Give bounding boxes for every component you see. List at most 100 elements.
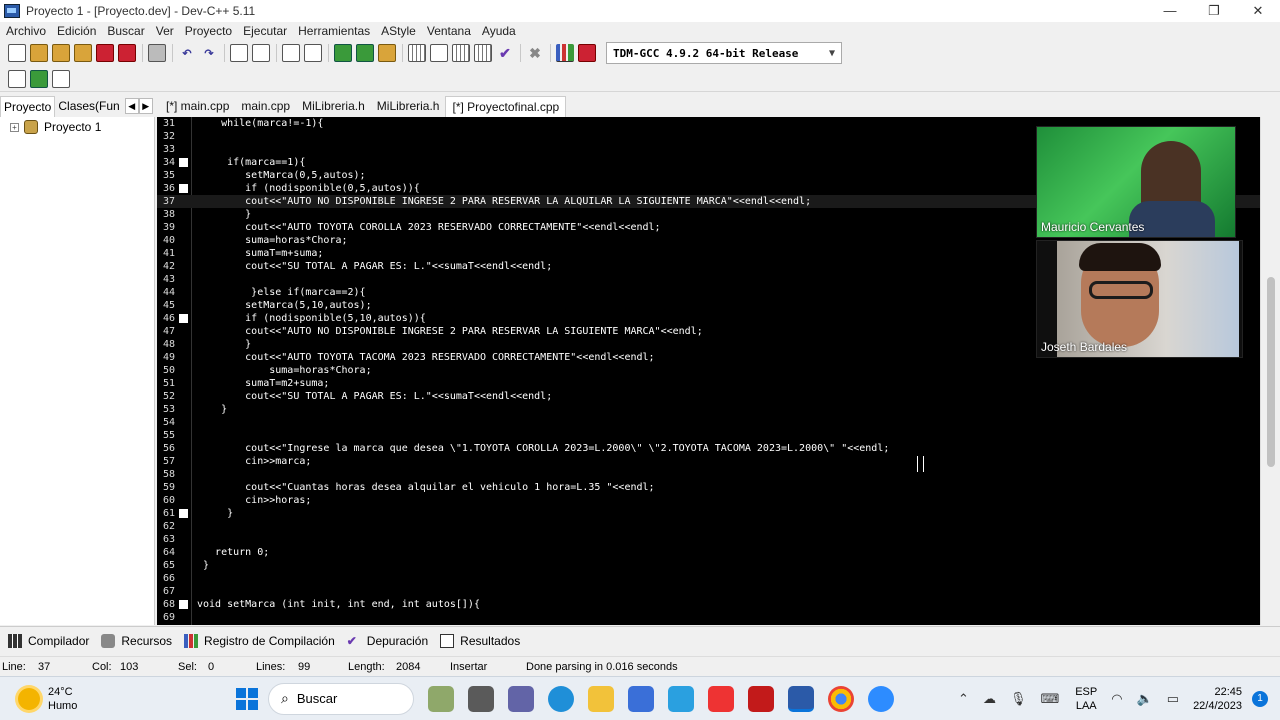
toggle-bookmark-icon[interactable] bbox=[356, 44, 374, 62]
code-line[interactable]: 65 } bbox=[157, 559, 1260, 572]
tab-recursos[interactable]: Recursos bbox=[101, 633, 172, 648]
wifi-icon[interactable]: ◠ bbox=[1111, 691, 1122, 707]
tab-depuracion[interactable]: ✔ Depuración bbox=[347, 634, 428, 648]
tab-scroll-left-icon[interactable]: ◀ bbox=[124, 98, 139, 114]
fold-marker-icon[interactable] bbox=[179, 314, 188, 323]
chrome-icon[interactable] bbox=[828, 685, 854, 712]
notification-badge[interactable]: 1 bbox=[1252, 690, 1268, 707]
tab-proyecto[interactable]: Proyecto bbox=[0, 95, 56, 117]
clock[interactable]: 22:45 22/4/2023 bbox=[1193, 685, 1242, 713]
code-line[interactable]: 67 bbox=[157, 585, 1260, 598]
code-line[interactable]: 68 void setMarca (int init, int end, int … bbox=[157, 598, 1260, 611]
close-all-icon[interactable] bbox=[118, 44, 136, 62]
maximize-button[interactable]: ❐ bbox=[1192, 0, 1236, 22]
settings-app-icon[interactable] bbox=[668, 685, 694, 712]
tab-compilador[interactable]: Compilador bbox=[8, 633, 89, 648]
code-line[interactable]: 69 bbox=[157, 611, 1260, 624]
menu-edicion[interactable]: Edición bbox=[57, 24, 96, 38]
close-icon[interactable] bbox=[96, 44, 114, 62]
onedrive-icon[interactable]: ☁ bbox=[983, 691, 996, 707]
code-line[interactable]: 66 bbox=[157, 572, 1260, 585]
redo-icon[interactable]: ↷ bbox=[200, 44, 218, 62]
editor-tab-main[interactable]: main.cpp bbox=[235, 96, 296, 116]
mcafee-icon[interactable] bbox=[748, 685, 774, 712]
tab-resultados[interactable]: Resultados bbox=[440, 633, 520, 648]
unindent-icon[interactable] bbox=[304, 44, 322, 62]
tab-clases[interactable]: Clases(Fun bbox=[55, 96, 122, 116]
find-icon[interactable] bbox=[230, 44, 248, 62]
code-line[interactable]: 60 cin>>horas; bbox=[157, 494, 1260, 507]
task-view-icon[interactable] bbox=[468, 685, 494, 712]
print-icon[interactable] bbox=[148, 44, 166, 62]
tab-scroll-right-icon[interactable]: ▶ bbox=[138, 98, 153, 114]
compile-run-icon[interactable] bbox=[452, 44, 470, 62]
search-highlight-icon[interactable] bbox=[428, 685, 454, 712]
rebuild-icon[interactable] bbox=[474, 44, 492, 62]
menu-ver[interactable]: Ver bbox=[156, 24, 174, 38]
tab-registro[interactable]: Registro de Compilación bbox=[184, 633, 335, 648]
paint-app-icon[interactable] bbox=[708, 685, 734, 712]
microsoft-store-icon[interactable] bbox=[628, 685, 654, 712]
save-icon[interactable] bbox=[52, 44, 70, 62]
editor-tab-main-modified[interactable]: [*] main.cpp bbox=[160, 96, 235, 116]
undo-icon[interactable]: ↶ bbox=[178, 44, 196, 62]
code-line[interactable]: 56 cout<<"Ingrese la marca que desea \"1… bbox=[157, 442, 1260, 455]
zoom-icon[interactable] bbox=[868, 685, 894, 712]
menu-astyle[interactable]: AStyle bbox=[381, 24, 416, 38]
check-icon[interactable]: ✔ bbox=[496, 44, 514, 62]
class-browser-icon[interactable] bbox=[8, 69, 26, 88]
menu-herramientas[interactable]: Herramientas bbox=[298, 24, 370, 38]
taskbar-search[interactable]: ⌕ Buscar bbox=[268, 682, 414, 715]
microphone-icon[interactable]: 🎙 bbox=[1010, 691, 1027, 707]
indent-icon[interactable] bbox=[282, 44, 300, 62]
code-line[interactable]: 58 bbox=[157, 468, 1260, 481]
run-icon[interactable] bbox=[430, 44, 448, 62]
expand-icon[interactable]: + bbox=[10, 122, 19, 132]
open-icon[interactable] bbox=[30, 44, 48, 62]
file-explorer-icon[interactable] bbox=[588, 685, 614, 712]
code-line[interactable]: 53 } bbox=[157, 403, 1260, 416]
compile-icon[interactable] bbox=[378, 44, 396, 62]
code-line[interactable]: 54 bbox=[157, 416, 1260, 429]
code-line[interactable]: 59 cout<<"Cuantas horas desea alquilar e… bbox=[157, 481, 1260, 494]
keyboard-icon[interactable]: ⌨ bbox=[1040, 691, 1059, 707]
debug-icon[interactable] bbox=[578, 44, 596, 62]
chevron-up-icon[interactable]: ⌃ bbox=[958, 691, 969, 707]
windows-start-icon[interactable] bbox=[236, 687, 258, 710]
grid-icon[interactable] bbox=[408, 44, 426, 62]
project-tree-node[interactable]: + Proyecto 1 bbox=[10, 120, 154, 134]
fold-marker-icon[interactable] bbox=[179, 600, 188, 609]
menu-buscar[interactable]: Buscar bbox=[107, 24, 144, 38]
project-options-icon[interactable] bbox=[52, 69, 70, 88]
code-line[interactable]: 63 bbox=[157, 533, 1260, 546]
code-line[interactable]: 52 cout<<"SU TOTAL A PAGAR ES: L."<<suma… bbox=[157, 390, 1260, 403]
code-line[interactable]: 55 bbox=[157, 429, 1260, 442]
minimize-button[interactable]: — bbox=[1148, 0, 1192, 22]
volume-icon[interactable]: 🔈 bbox=[1137, 691, 1153, 707]
insert-icon[interactable] bbox=[30, 69, 48, 88]
scrollbar-thumb[interactable] bbox=[1267, 277, 1275, 467]
battery-icon[interactable]: ▭ bbox=[1167, 691, 1179, 707]
new-file-icon[interactable] bbox=[8, 44, 26, 62]
code-line[interactable]: 61 } bbox=[157, 507, 1260, 520]
stop-icon[interactable]: ✖ bbox=[526, 44, 544, 62]
menu-archivo[interactable]: Archivo bbox=[6, 24, 46, 38]
menu-proyecto[interactable]: Proyecto bbox=[185, 24, 232, 38]
editor-tab-milibreria[interactable]: MiLibreria.h bbox=[296, 96, 371, 116]
input-language[interactable]: ESP LAA bbox=[1075, 685, 1097, 713]
goto-icon[interactable] bbox=[334, 44, 352, 62]
save-all-icon[interactable] bbox=[74, 44, 92, 62]
menu-ejecutar[interactable]: Ejecutar bbox=[243, 24, 287, 38]
code-line[interactable]: 51 sumaT=m2+suma; bbox=[157, 377, 1260, 390]
compiler-select[interactable]: TDM-GCC 4.9.2 64-bit Release ▼ bbox=[606, 42, 842, 64]
replace-icon[interactable] bbox=[252, 44, 270, 62]
edge-browser-icon[interactable] bbox=[548, 685, 574, 712]
editor-tab-milibreria-2[interactable]: MiLibreria.h bbox=[371, 96, 446, 116]
code-line[interactable]: 64 return 0; bbox=[157, 546, 1260, 559]
close-window-button[interactable]: ✕ bbox=[1236, 0, 1280, 22]
editor-scrollbar[interactable] bbox=[1260, 117, 1280, 625]
chart-icon[interactable] bbox=[556, 44, 574, 62]
teams-chat-icon[interactable] bbox=[508, 685, 534, 712]
devcpp-taskbar-icon[interactable] bbox=[788, 685, 814, 712]
code-line[interactable]: 62 bbox=[157, 520, 1260, 533]
